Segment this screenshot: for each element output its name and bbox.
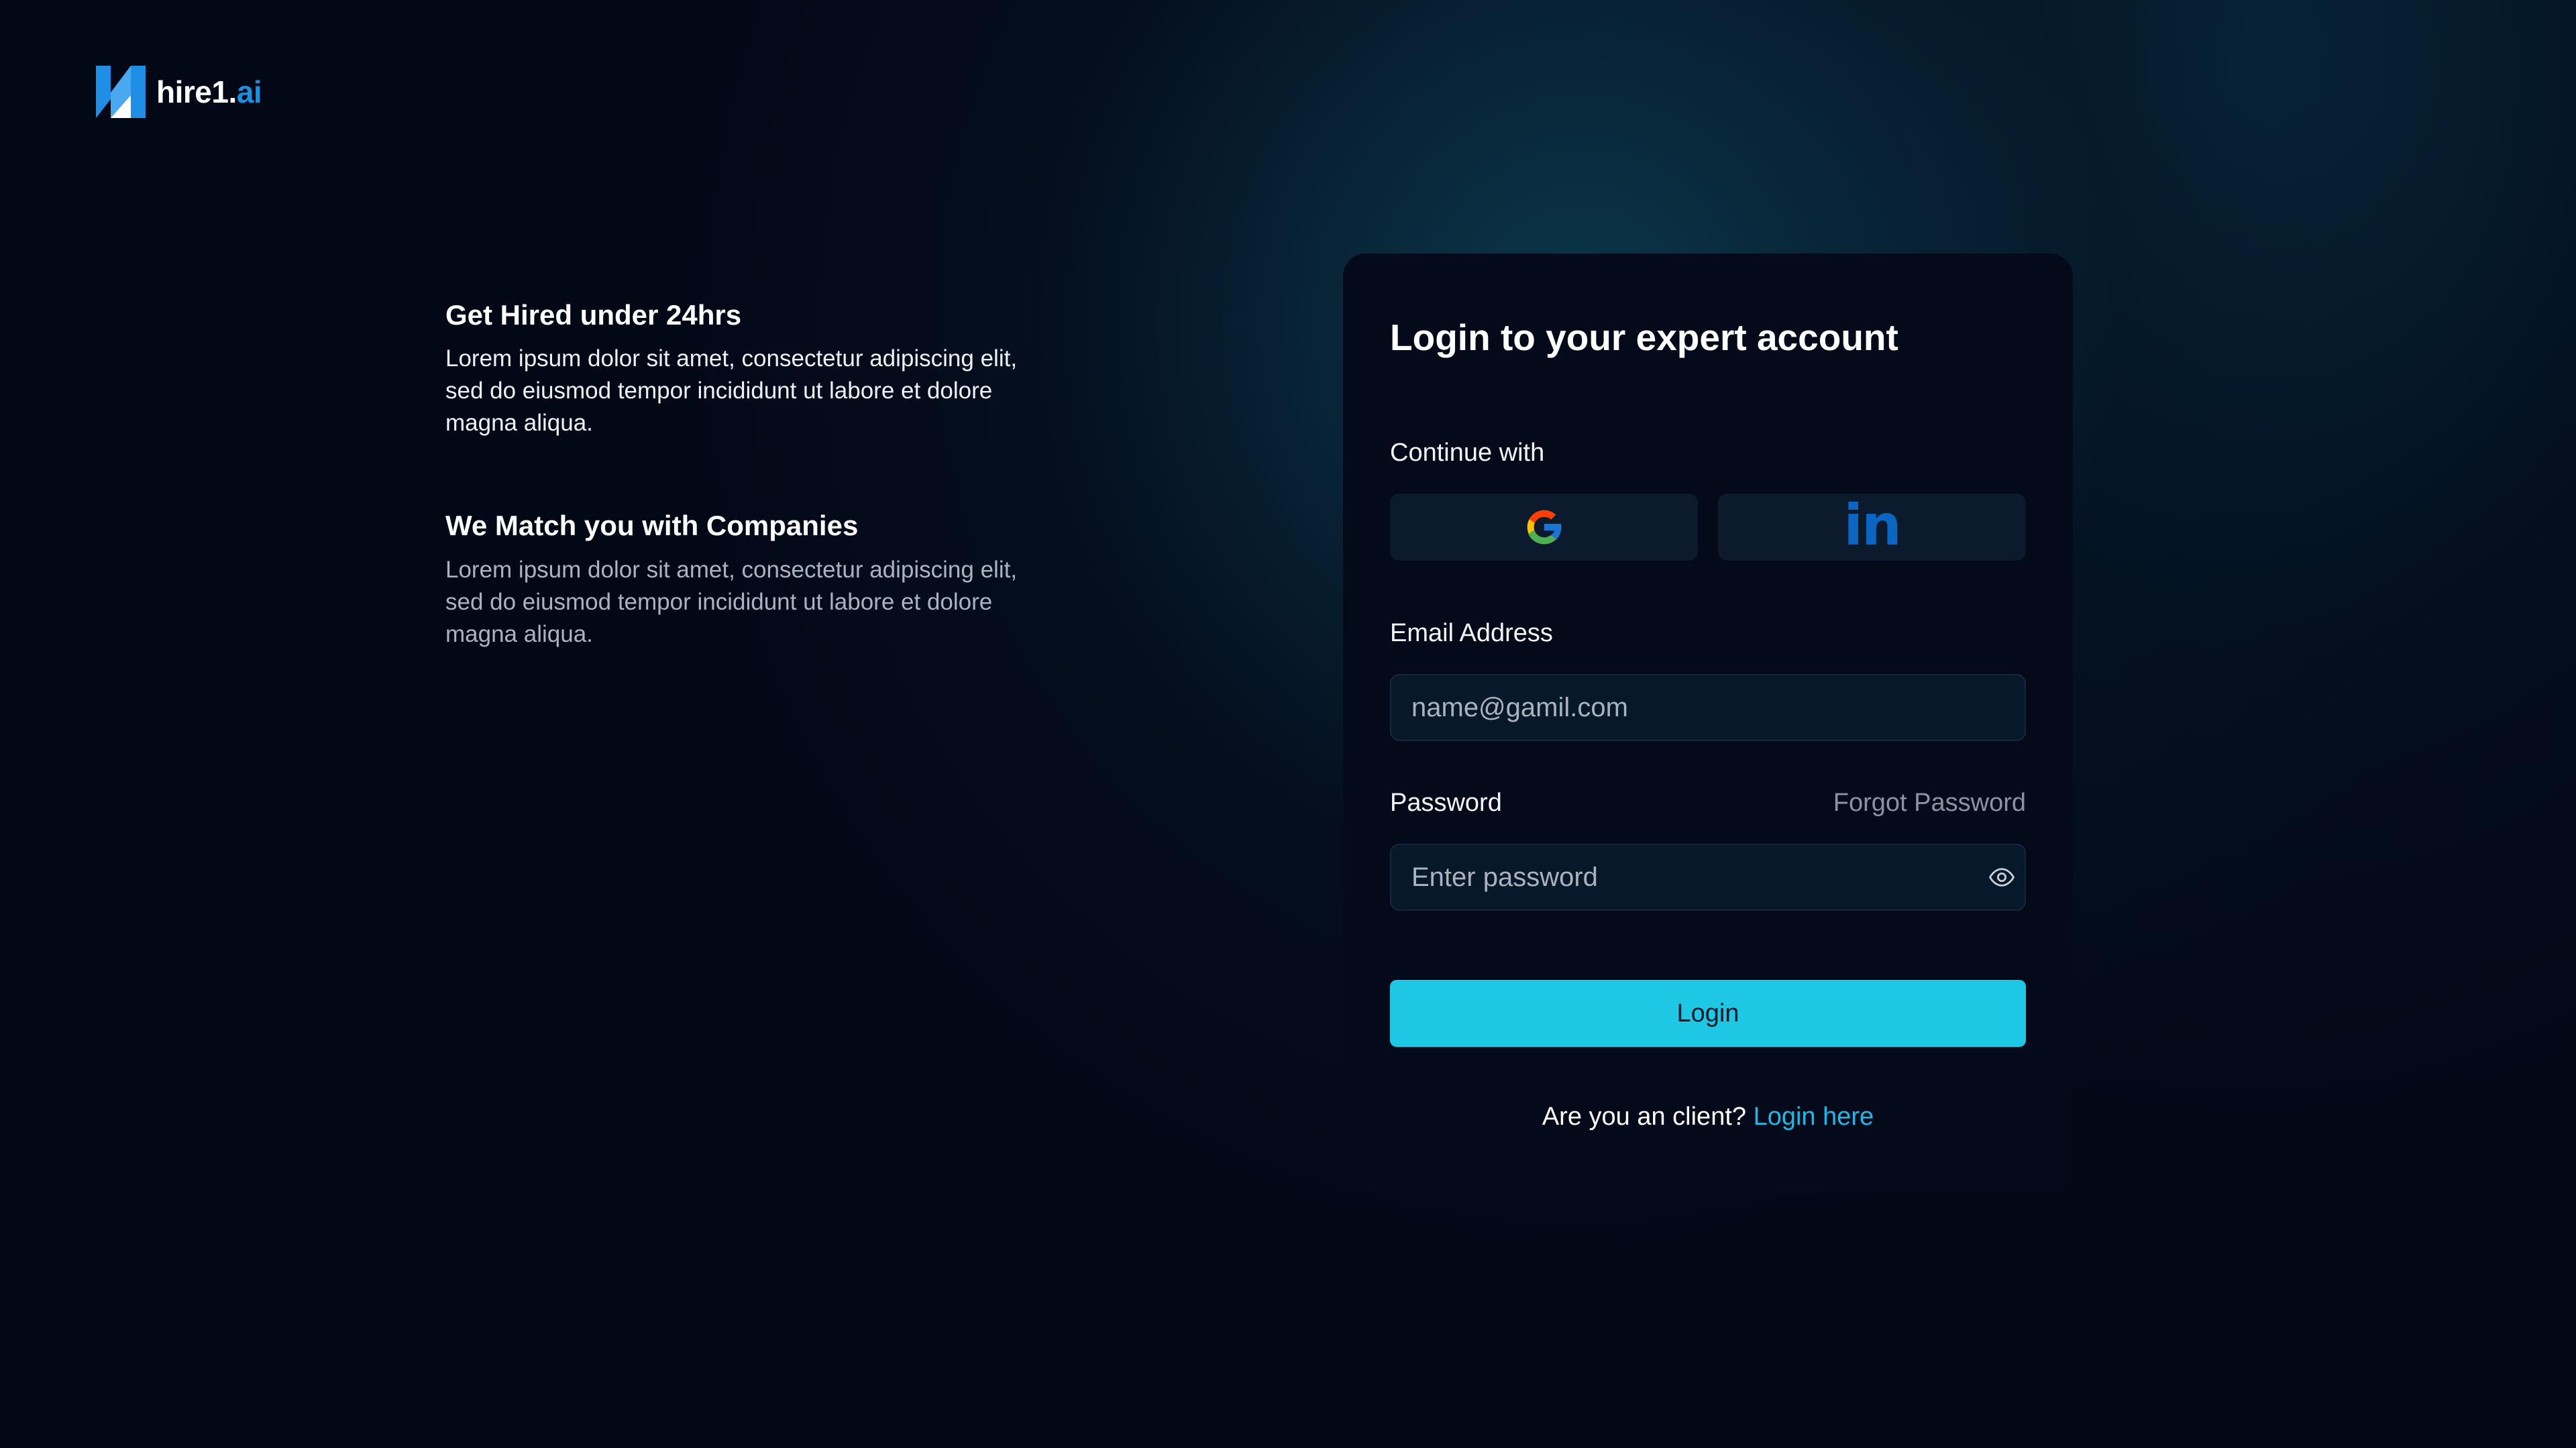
feature-description: Lorem ipsum dolor sit amet, consectetur … bbox=[445, 556, 1018, 647]
feature-item: Get Hired under 24hrs Lorem ipsum dolor … bbox=[445, 298, 1022, 439]
password-label: Password bbox=[1390, 789, 1502, 817]
brand-name: hire1.ai bbox=[156, 76, 262, 107]
google-login-button[interactable] bbox=[1390, 494, 1698, 561]
continue-with-label: Continue with bbox=[1390, 439, 1545, 467]
login-title: Login to your expert account bbox=[1390, 317, 1898, 358]
social-login-row: in bbox=[1390, 494, 2026, 561]
feature-description: Lorem ipsum dolor sit amet, consectetur … bbox=[445, 345, 1018, 437]
password-visibility-toggle[interactable] bbox=[1986, 861, 2018, 893]
email-input[interactable] bbox=[1390, 674, 2026, 741]
client-login-link[interactable]: Login here bbox=[1754, 1103, 1874, 1131]
feature-list: Get Hired under 24hrs Lorem ipsum dolor … bbox=[445, 298, 1022, 651]
forgot-password-link[interactable]: Forgot Password bbox=[1833, 788, 2026, 819]
brand-logo[interactable]: hire1.ai bbox=[96, 66, 262, 118]
feature-title: We Match you with Companies bbox=[445, 510, 859, 542]
email-label: Email Address bbox=[1390, 619, 1553, 647]
password-input[interactable] bbox=[1390, 844, 2026, 911]
login-button[interactable]: Login bbox=[1390, 980, 2026, 1047]
brand-name-main: hire1. bbox=[156, 74, 237, 109]
login-card: Login to your expert account Continue wi… bbox=[1343, 254, 2073, 1192]
eye-icon bbox=[1989, 868, 2015, 887]
linkedin-login-button[interactable]: in bbox=[1718, 494, 2026, 561]
client-prompt-text: Are you an client? bbox=[1542, 1103, 1747, 1131]
hire1-logo-icon bbox=[96, 66, 146, 118]
google-icon bbox=[1527, 510, 1562, 545]
feature-title: Get Hired under 24hrs bbox=[445, 299, 742, 331]
linkedin-icon: in bbox=[1843, 492, 1902, 558]
feature-item: We Match you with Companies Lorem ipsum … bbox=[445, 509, 1022, 650]
brand-name-accent: ai bbox=[236, 74, 262, 109]
client-login-prompt: Are you an client? Login here bbox=[1343, 1102, 2073, 1133]
